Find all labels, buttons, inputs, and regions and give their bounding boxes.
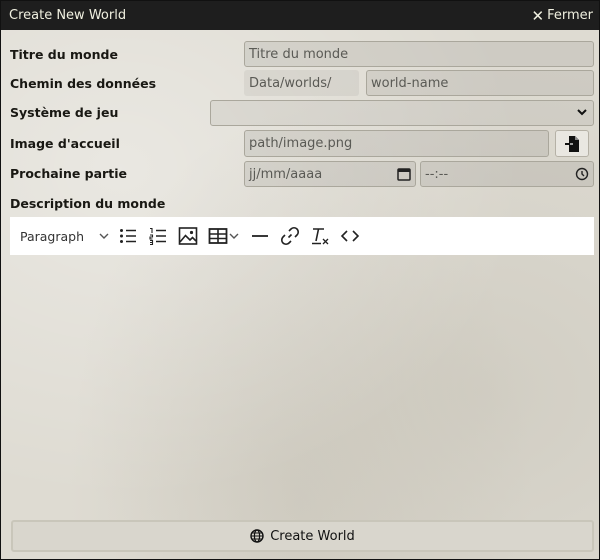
remove-format-icon [312,228,329,245]
next-session-date-input[interactable]: jj/mm/aaaa [244,161,416,187]
create-world-dialog: Create New World ✕ Fermer Titre du monde… [0,0,600,560]
world-name-placeholder: world-name [371,75,449,91]
next-session-label: Prochaine partie [10,166,127,181]
numbered-list-button[interactable] [148,222,168,250]
horizontal-line-button[interactable] [250,222,270,250]
background-path-placeholder: path/image.png [249,136,353,151]
create-world-label: Create World [270,528,355,544]
calendar-icon[interactable] [397,167,411,181]
time-placeholder: --:-- [425,166,449,182]
horizontal-line-icon [252,235,269,237]
system-label: Système de jeu [10,105,119,120]
source-code-button[interactable] [340,222,360,250]
editor-toolbar: Paragraph [10,217,594,255]
file-picker-button[interactable] [555,130,589,157]
chevron-down-icon [99,233,109,239]
remove-format-button[interactable] [310,222,330,250]
bulleted-list-button[interactable] [118,222,138,250]
data-path-prefix: Data/worlds/ [244,70,359,96]
insert-image-button[interactable] [178,222,198,250]
data-path-label: Chemin des données [10,76,157,91]
code-icon [340,230,360,242]
background-label: Image d'accueil [10,136,120,151]
title-input[interactable]: Titre du monde [244,41,594,67]
window-titlebar: Create New World ✕ Fermer [1,1,599,30]
bulleted-list-icon [120,229,137,243]
image-icon [178,227,198,245]
globe-icon [250,529,264,543]
insert-table-button[interactable] [208,222,240,250]
close-label: Fermer [547,8,593,23]
chevron-down-icon [577,109,587,116]
title-placeholder: Titre du monde [249,46,349,62]
create-world-button[interactable]: Create World [11,520,594,552]
data-path-prefix-text: Data/worlds/ [249,75,332,91]
close-button[interactable]: ✕ Fermer [532,7,593,25]
system-select[interactable] [210,100,594,126]
close-icon: ✕ [531,6,545,25]
link-icon [281,226,300,246]
next-session-time-input[interactable]: --:-- [420,161,594,187]
paragraph-format-label: Paragraph [20,228,85,244]
clock-icon[interactable] [575,167,589,181]
numbered-list-icon [149,227,167,246]
title-label: Titre du monde [10,47,118,62]
table-icon [208,228,228,244]
window-title: Create New World [9,8,127,23]
chevron-down-icon [229,233,239,239]
date-placeholder: jj/mm/aaaa [249,166,323,182]
file-import-icon [565,135,579,152]
description-label: Description du monde [10,196,166,211]
world-name-input[interactable]: world-name [366,70,594,96]
paragraph-format-dropdown[interactable]: Paragraph [20,222,110,250]
insert-link-button[interactable] [280,222,300,250]
background-path-input[interactable]: path/image.png [244,130,549,157]
